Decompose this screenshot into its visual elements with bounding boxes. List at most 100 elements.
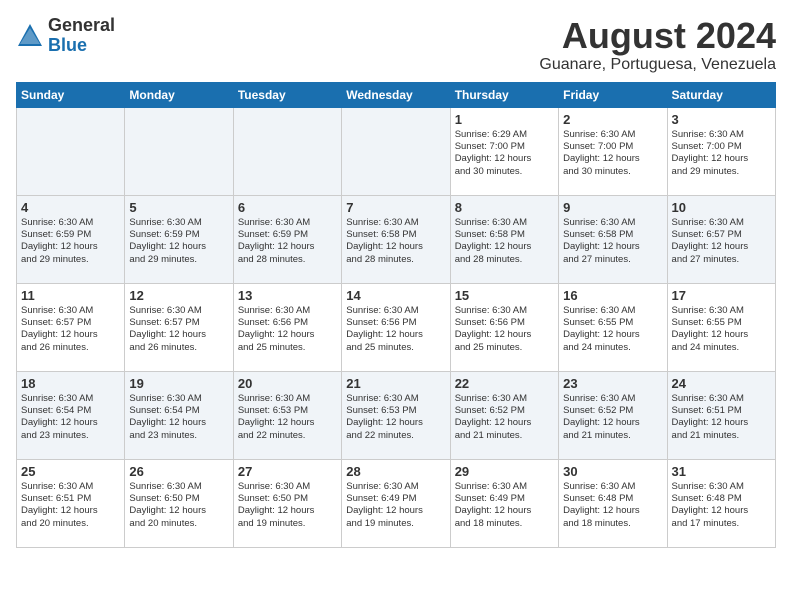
- day-number: 1: [455, 112, 554, 127]
- calendar-cell: 10 Sunrise: 6:30 AM Sunset: 6:57 PM Dayli…: [667, 195, 775, 283]
- day-number: 2: [563, 112, 662, 127]
- calendar-week-4: 18Sunrise: 6:30 AM Sunset: 6:54 PM Dayli…: [17, 371, 776, 459]
- day-info: Sunrise: 6:30 AM Sunset: 6:53 PM Dayligh…: [346, 393, 445, 442]
- day-info: Sunrise: 6:30 AM Sunset: 6:53 PM Dayligh…: [238, 393, 337, 442]
- day-info: Sunrise: 6:30 AM Sunset: 6:48 PM Dayligh…: [672, 481, 771, 530]
- calendar-cell: 12 Sunrise: 6:30 AM Sunset: 6:57 PM Dayli…: [125, 283, 233, 371]
- day-number: 15: [455, 288, 554, 303]
- logo: General Blue: [16, 16, 115, 56]
- day-info: Sunrise: 6:30 AM Sunset: 7:00 PM Dayligh…: [563, 129, 662, 178]
- day-number: 5: [129, 200, 228, 215]
- col-header-sunday: Sunday: [17, 82, 125, 107]
- calendar-cell: 2 Sunrise: 6:30 AM Sunset: 7:00 PM Daylig…: [559, 107, 667, 195]
- day-number: 8: [455, 200, 554, 215]
- day-number: 29: [455, 464, 554, 479]
- day-number: 31: [672, 464, 771, 479]
- calendar-cell: 6 Sunrise: 6:30 AM Sunset: 6:59 PM Daylig…: [233, 195, 341, 283]
- calendar-cell: 20Sunrise: 6:30 AM Sunset: 6:53 PM Dayli…: [233, 371, 341, 459]
- day-number: 26: [129, 464, 228, 479]
- calendar-cell: 5 Sunrise: 6:30 AM Sunset: 6:59 PM Daylig…: [125, 195, 233, 283]
- day-number: 3: [672, 112, 771, 127]
- day-number: 9: [563, 200, 662, 215]
- col-header-wednesday: Wednesday: [342, 82, 450, 107]
- calendar-cell: 31 Sunrise: 6:30 AM Sunset: 6:48 PM Dayli…: [667, 459, 775, 547]
- calendar-cell: 7 Sunrise: 6:30 AM Sunset: 6:58 PM Daylig…: [342, 195, 450, 283]
- day-info: Sunrise: 6:30 AM Sunset: 6:50 PM Dayligh…: [129, 481, 228, 530]
- calendar-cell: 27 Sunrise: 6:30 AM Sunset: 6:50 PM Dayli…: [233, 459, 341, 547]
- calendar-cell: 28Sunrise: 6:30 AM Sunset: 6:49 PM Dayli…: [342, 459, 450, 547]
- day-info: Sunrise: 6:30 AM Sunset: 6:59 PM Dayligh…: [21, 217, 120, 266]
- calendar-cell: 24 Sunrise: 6:30 AM Sunset: 6:51 PM Dayli…: [667, 371, 775, 459]
- day-info: Sunrise: 6:29 AM Sunset: 7:00 PM Dayligh…: [455, 129, 554, 178]
- calendar-subtitle: Guanare, Portuguesa, Venezuela: [539, 56, 776, 74]
- calendar-cell: 19Sunrise: 6:30 AM Sunset: 6:54 PM Dayli…: [125, 371, 233, 459]
- day-info: Sunrise: 6:30 AM Sunset: 6:51 PM Dayligh…: [672, 393, 771, 442]
- col-header-saturday: Saturday: [667, 82, 775, 107]
- day-header-row: SundayMondayTuesdayWednesdayThursdayFrid…: [17, 82, 776, 107]
- day-number: 30: [563, 464, 662, 479]
- day-number: 12: [129, 288, 228, 303]
- page-header: General Blue August 2024 Guanare, Portug…: [16, 16, 776, 74]
- day-number: 17: [672, 288, 771, 303]
- day-number: 4: [21, 200, 120, 215]
- calendar-cell: 13 Sunrise: 6:30 AM Sunset: 6:56 PM Dayli…: [233, 283, 341, 371]
- day-info: Sunrise: 6:30 AM Sunset: 6:57 PM Dayligh…: [21, 305, 120, 354]
- day-number: 25: [21, 464, 120, 479]
- day-number: 6: [238, 200, 337, 215]
- day-number: 10: [672, 200, 771, 215]
- calendar-cell: 16 Sunrise: 6:30 AM Sunset: 6:55 PM Dayli…: [559, 283, 667, 371]
- calendar-cell: 15 Sunrise: 6:30 AM Sunset: 6:56 PM Dayli…: [450, 283, 558, 371]
- calendar-cell: 18Sunrise: 6:30 AM Sunset: 6:54 PM Dayli…: [17, 371, 125, 459]
- calendar-cell: 4 Sunrise: 6:30 AM Sunset: 6:59 PM Daylig…: [17, 195, 125, 283]
- day-number: 24: [672, 376, 771, 391]
- day-number: 22: [455, 376, 554, 391]
- calendar-title: August 2024: [539, 16, 776, 56]
- day-info: Sunrise: 6:30 AM Sunset: 6:50 PM Dayligh…: [238, 481, 337, 530]
- day-info: Sunrise: 6:30 AM Sunset: 6:57 PM Dayligh…: [129, 305, 228, 354]
- calendar-cell: 8 Sunrise: 6:30 AM Sunset: 6:58 PM Daylig…: [450, 195, 558, 283]
- logo-blue-text: Blue: [48, 35, 87, 55]
- day-info: Sunrise: 6:30 AM Sunset: 6:58 PM Dayligh…: [563, 217, 662, 266]
- calendar-cell: 9 Sunrise: 6:30 AM Sunset: 6:58 PM Daylig…: [559, 195, 667, 283]
- day-info: Sunrise: 6:30 AM Sunset: 6:55 PM Dayligh…: [563, 305, 662, 354]
- calendar-cell: 3 Sunrise: 6:30 AM Sunset: 7:00 PM Daylig…: [667, 107, 775, 195]
- calendar-cell: 29 Sunrise: 6:30 AM Sunset: 6:49 PM Dayli…: [450, 459, 558, 547]
- day-info: Sunrise: 6:30 AM Sunset: 6:58 PM Dayligh…: [346, 217, 445, 266]
- calendar-cell: 30Sunrise: 6:30 AM Sunset: 6:48 PM Dayli…: [559, 459, 667, 547]
- day-number: 16: [563, 288, 662, 303]
- day-info: Sunrise: 6:30 AM Sunset: 6:49 PM Dayligh…: [455, 481, 554, 530]
- day-number: 7: [346, 200, 445, 215]
- calendar-cell: 22Sunrise: 6:30 AM Sunset: 6:52 PM Dayli…: [450, 371, 558, 459]
- day-number: 13: [238, 288, 337, 303]
- day-number: 19: [129, 376, 228, 391]
- day-number: 14: [346, 288, 445, 303]
- calendar-cell: 25Sunrise: 6:30 AM Sunset: 6:51 PM Dayli…: [17, 459, 125, 547]
- day-number: 27: [238, 464, 337, 479]
- day-info: Sunrise: 6:30 AM Sunset: 6:56 PM Dayligh…: [455, 305, 554, 354]
- calendar-cell: [342, 107, 450, 195]
- day-info: Sunrise: 6:30 AM Sunset: 6:59 PM Dayligh…: [238, 217, 337, 266]
- day-info: Sunrise: 6:30 AM Sunset: 6:56 PM Dayligh…: [346, 305, 445, 354]
- col-header-monday: Monday: [125, 82, 233, 107]
- day-info: Sunrise: 6:30 AM Sunset: 6:59 PM Dayligh…: [129, 217, 228, 266]
- calendar-cell: 26 Sunrise: 6:30 AM Sunset: 6:50 PM Dayli…: [125, 459, 233, 547]
- day-info: Sunrise: 6:30 AM Sunset: 6:57 PM Dayligh…: [672, 217, 771, 266]
- calendar-week-3: 11 Sunrise: 6:30 AM Sunset: 6:57 PM Dayli…: [17, 283, 776, 371]
- calendar-cell: [233, 107, 341, 195]
- day-info: Sunrise: 6:30 AM Sunset: 6:55 PM Dayligh…: [672, 305, 771, 354]
- day-info: Sunrise: 6:30 AM Sunset: 6:56 PM Dayligh…: [238, 305, 337, 354]
- day-info: Sunrise: 6:30 AM Sunset: 7:00 PM Dayligh…: [672, 129, 771, 178]
- title-block: August 2024 Guanare, Portuguesa, Venezue…: [539, 16, 776, 74]
- day-number: 21: [346, 376, 445, 391]
- calendar-table: SundayMondayTuesdayWednesdayThursdayFrid…: [16, 82, 776, 548]
- calendar-week-2: 4 Sunrise: 6:30 AM Sunset: 6:59 PM Daylig…: [17, 195, 776, 283]
- day-info: Sunrise: 6:30 AM Sunset: 6:58 PM Dayligh…: [455, 217, 554, 266]
- col-header-friday: Friday: [559, 82, 667, 107]
- day-info: Sunrise: 6:30 AM Sunset: 6:54 PM Dayligh…: [21, 393, 120, 442]
- col-header-thursday: Thursday: [450, 82, 558, 107]
- calendar-cell: 11 Sunrise: 6:30 AM Sunset: 6:57 PM Dayli…: [17, 283, 125, 371]
- logo-icon: [16, 22, 44, 50]
- calendar-cell: 1 Sunrise: 6:29 AM Sunset: 7:00 PM Daylig…: [450, 107, 558, 195]
- day-number: 11: [21, 288, 120, 303]
- day-info: Sunrise: 6:30 AM Sunset: 6:49 PM Dayligh…: [346, 481, 445, 530]
